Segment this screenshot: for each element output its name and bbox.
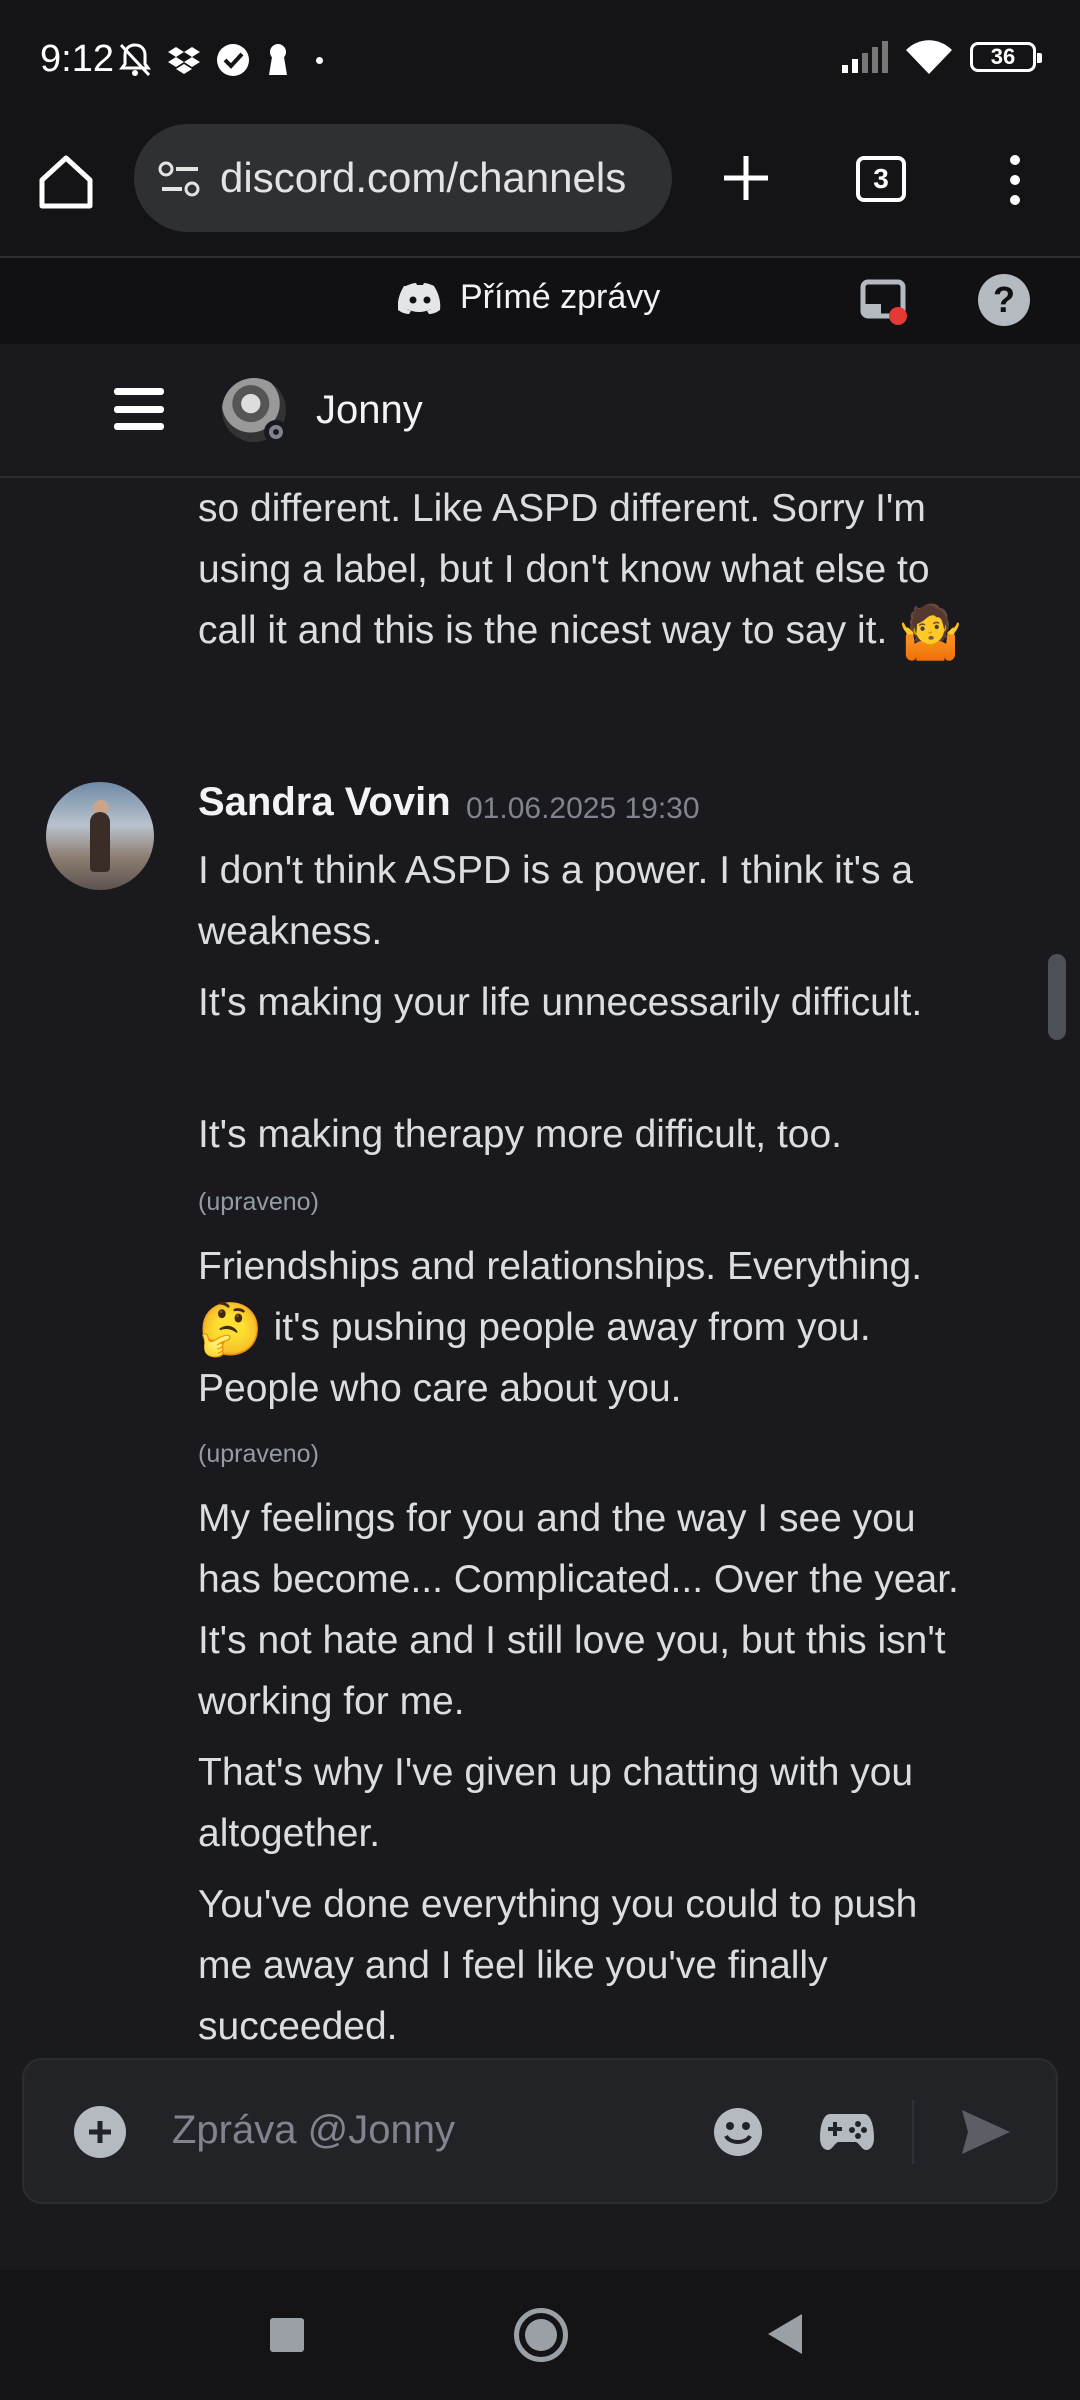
url-text[interactable]: discord.com/channels (220, 154, 626, 202)
check-circle-icon (217, 44, 249, 76)
message-text: Friendships and relationships. Everythin… (198, 1245, 923, 1410)
system-navigation-bar (0, 2270, 1080, 2400)
emoji-picker-icon[interactable] (712, 2106, 764, 2158)
bell-off-icon (119, 43, 151, 77)
edited-label: (upraveno) (198, 1440, 319, 1468)
message-text: My feelings for you and the way I see yo… (198, 1497, 959, 1723)
new-tab-icon[interactable] (714, 146, 778, 210)
tab-switcher-button[interactable]: 3 (856, 156, 906, 202)
composer-divider (912, 2100, 914, 2164)
keyhole-icon (269, 44, 287, 75)
dropbox-icon (168, 47, 200, 74)
status-system-icons: 36 (840, 40, 1042, 74)
send-icon[interactable] (958, 2104, 1014, 2160)
shrug-emoji-icon: 🤷 (898, 603, 963, 662)
offline-status-icon (264, 420, 288, 444)
address-bar[interactable]: discord.com/channels (134, 124, 672, 232)
wifi-icon (906, 40, 952, 74)
edited-label: (upraveno) (198, 1188, 319, 1216)
battery-icon: 36 (970, 42, 1042, 72)
site-settings-icon[interactable] (158, 160, 202, 200)
message-text: I don't think ASPD is a power. I think i… (198, 849, 914, 953)
add-attachment-icon[interactable] (74, 2106, 126, 2158)
signal-icon (842, 41, 888, 73)
status-bar: 9:12 36 (0, 0, 1080, 120)
message-text: It's making therapy more difficult, too. (198, 1113, 843, 1156)
recents-icon[interactable] (270, 2318, 304, 2352)
discord-logo-icon (398, 282, 441, 314)
more-menu-icon[interactable] (1000, 152, 1030, 208)
message-composer: Zpráva @Jonny (22, 2058, 1058, 2204)
battery-level: 36 (990, 44, 1016, 69)
message-input[interactable]: Zpráva @Jonny (172, 2108, 455, 2153)
discord-header: Přímé zprávy ? (0, 258, 1080, 344)
message-text: You've done everything you could to push… (198, 1883, 918, 2048)
scrollbar-thumb[interactable] (1048, 954, 1066, 1040)
status-time: 9:12 (40, 38, 114, 80)
inbox-icon[interactable] (860, 276, 910, 326)
message-text: It's making your life unnecessarily diff… (198, 981, 923, 1024)
gamepad-icon[interactable] (820, 2110, 874, 2154)
more-notifications-dot (316, 56, 323, 64)
browser-toolbar: discord.com/channels 3 (0, 120, 1080, 258)
back-icon[interactable] (768, 2314, 802, 2354)
header-title-text: Přímé zprávy (460, 278, 661, 316)
channel-header: Jonny (0, 344, 1080, 478)
message-text: That's why I've given up chatting with y… (198, 1751, 914, 1855)
menu-icon[interactable] (114, 388, 164, 430)
status-notification-icons (118, 42, 323, 78)
message-list[interactable]: so different. Like ASPD different. Sorry… (0, 478, 1080, 2058)
message-text: so different. Like ASPD different. Sorry… (198, 487, 963, 662)
home-icon[interactable] (34, 150, 98, 214)
direct-messages-title: Přímé zprávy (398, 278, 660, 317)
thinking-emoji-icon: 🤔 (198, 1300, 263, 1359)
message-timestamp: 01.06.2025 19:30 (466, 792, 700, 825)
help-icon[interactable]: ? (978, 274, 1030, 326)
author-name[interactable]: Sandra Vovin (198, 780, 451, 825)
channel-name[interactable]: Jonny (316, 388, 423, 433)
author-avatar[interactable] (46, 782, 154, 890)
home-nav-icon[interactable] (514, 2308, 568, 2362)
